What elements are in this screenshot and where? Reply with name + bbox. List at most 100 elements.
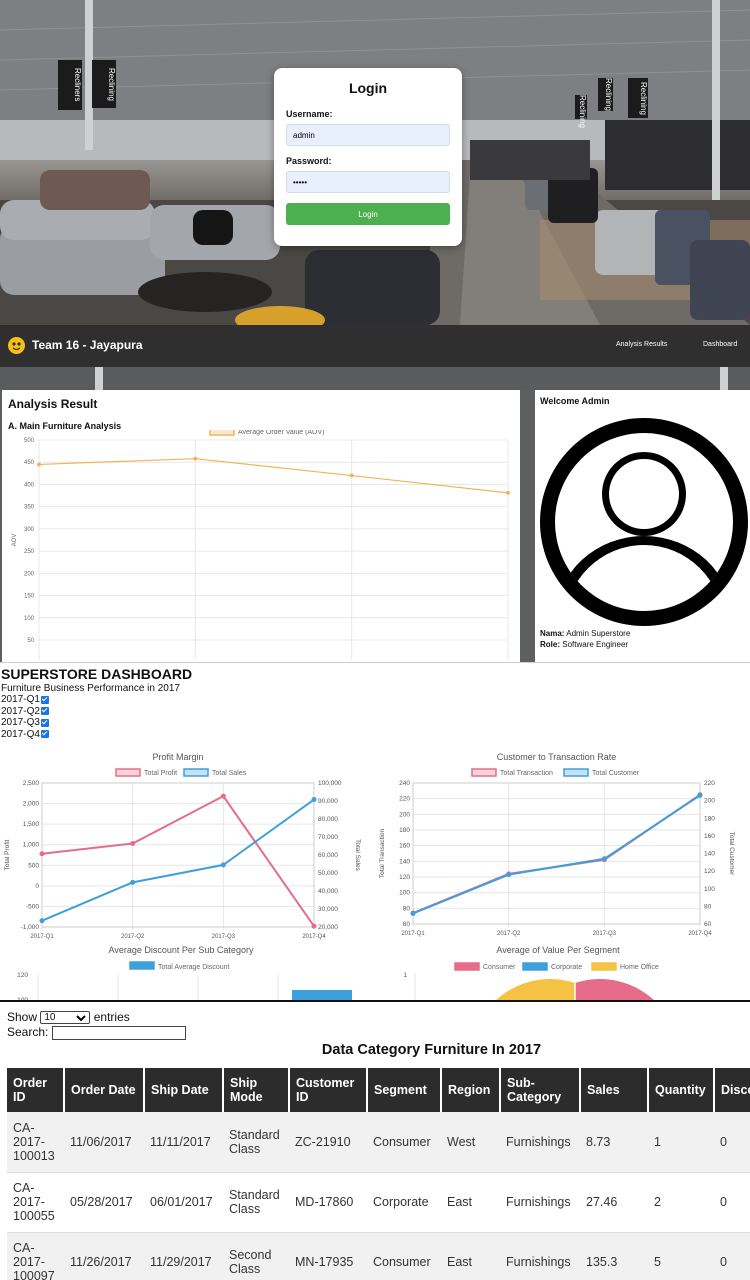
column-header[interactable]: Region — [441, 1068, 501, 1112]
y2-tick-label: 100,000 — [318, 780, 342, 787]
table-row: CA-2017-100097 11/26/2017 11/29/2017 Sec… — [7, 1232, 750, 1280]
y-tick-label: 120 — [17, 972, 28, 979]
table-cell: 05/28/2017 — [64, 1172, 144, 1233]
aov-series-line — [38, 458, 509, 494]
checkbox-checked-icon[interactable] — [40, 718, 49, 727]
store-banner: Reclining — [598, 78, 613, 111]
y2-tick-label: 100 — [704, 886, 715, 893]
legend-label: Total Customer — [592, 770, 640, 777]
data-point — [39, 851, 45, 857]
y-axis-label: AOV — [12, 534, 18, 547]
password-input[interactable] — [286, 171, 450, 193]
table-title: Data Category Furniture In 2017 — [321, 1042, 542, 1058]
table-cell: 1 — [648, 1112, 714, 1173]
table-cell: Corporate — [367, 1172, 441, 1233]
search-input[interactable] — [51, 1025, 186, 1040]
y2-tick-label: 140 — [704, 851, 715, 858]
welcome-heading: Welcome Admin — [540, 396, 610, 406]
y2-tick-label: 70,000 — [318, 834, 338, 841]
table-cell: CA-2017-100055 — [7, 1172, 64, 1233]
table-cell: 11/11/2017 — [144, 1112, 223, 1173]
column-header[interactable]: Order Date — [64, 1068, 145, 1112]
quarter-label: 2017-Q3 — [1, 717, 40, 728]
table-cell: CA-2017-100097 — [7, 1232, 64, 1280]
data-point — [311, 797, 317, 803]
table-cell: Furnishings — [500, 1112, 580, 1173]
password-label: Password: — [286, 156, 332, 166]
x-tick-label: 2017-Q2 — [497, 931, 521, 937]
y-tick-label: 120 — [399, 874, 410, 881]
checkbox-checked-icon[interactable] — [40, 730, 49, 739]
y-axis-label: Total Profit — [4, 839, 11, 870]
entries-label: entries — [93, 1010, 130, 1024]
analysis-card: Analysis Result A. Main Furniture Analys… — [2, 390, 520, 662]
username-label: Username: — [286, 109, 333, 119]
table-cell: 27.46 — [580, 1172, 648, 1233]
quarter-filter[interactable]: 2017-Q4 — [1, 729, 49, 741]
nav-link-dashboard[interactable]: Dashboard — [703, 341, 737, 348]
store-background-strip — [0, 367, 750, 390]
y-tick-label: 140 — [399, 858, 410, 865]
customer-transaction-chart: Customer to Transaction Rate Total Transa… — [379, 752, 735, 937]
y-tick-label: 450 — [24, 460, 35, 466]
table-cell: East — [441, 1172, 500, 1233]
y2-axis-label: Total Sales — [354, 839, 361, 872]
chart-title: Average Discount Per Sub Category — [109, 945, 254, 955]
store-banner: Reclining — [628, 78, 648, 118]
column-header[interactable]: Sales — [580, 1068, 649, 1112]
plot-frame — [412, 782, 701, 925]
table-cell: MN-17935 — [289, 1232, 367, 1280]
y2-tick-label: 20,000 — [318, 924, 338, 931]
data-point — [506, 872, 512, 878]
quarter-filter[interactable]: 2017-Q3 — [1, 717, 49, 729]
y-tick-label: 350 — [24, 505, 35, 511]
segment-chart: Average of Value Per Segment Consumer Corp… — [403, 945, 659, 1000]
y-tick-label: 220 — [399, 796, 410, 803]
aov-chart: Average Order Value (AOV) 500 450 400 350 300… — [12, 430, 510, 660]
y-axis-label: Total Transaction — [379, 829, 386, 879]
data-point — [410, 910, 416, 916]
column-header[interactable]: Quantity — [648, 1068, 715, 1112]
store-banner: Reclining — [575, 95, 587, 128]
column-header[interactable]: Ship Date — [144, 1068, 224, 1112]
chart-title: Profit Margin — [152, 752, 203, 762]
aov-data-point — [349, 473, 354, 478]
table-cell: Furnishings — [500, 1172, 580, 1233]
nav-link-analysis-results[interactable]: Analysis Results — [616, 341, 667, 348]
table-cell: Second Class — [223, 1232, 289, 1280]
profit-margin-chart: Profit Margin Total Profit Total Sales 2,50… — [4, 752, 361, 940]
column-header[interactable]: Customer ID — [289, 1068, 368, 1112]
table-cell: West — [441, 1112, 500, 1173]
store-banner: Reclining — [92, 60, 116, 108]
login-button[interactable]: Login — [286, 203, 450, 225]
y-tick-label: 1,500 — [23, 821, 40, 828]
y2-tick-label: 60 — [704, 921, 712, 928]
column-header[interactable]: Sub-Category — [500, 1068, 581, 1112]
quarter-filter[interactable]: 2017-Q1 — [1, 694, 49, 706]
y-tick-label: 2,500 — [23, 780, 40, 787]
legend-swatch — [471, 768, 497, 777]
legend-label: Total Sales — [212, 770, 247, 777]
store-banner: Recliners — [58, 60, 82, 110]
checkbox-checked-icon[interactable] — [40, 695, 49, 704]
data-point — [697, 792, 703, 798]
column-header[interactable]: Ship Mode — [223, 1068, 290, 1112]
table-cell: East — [441, 1232, 500, 1280]
column-header[interactable]: Order ID — [7, 1068, 65, 1112]
table-cell: 0 — [714, 1172, 750, 1233]
y-tick-label: 100 — [399, 890, 410, 897]
legend-label: Average Order Value (AOV) — [238, 430, 325, 436]
table-cell: 135.3 — [580, 1232, 648, 1280]
column-header[interactable]: Disco — [714, 1068, 750, 1112]
entries-select[interactable]: 10 — [40, 1011, 91, 1025]
y-tick-label: 80 — [403, 905, 411, 912]
y2-axis-label: Total Customer — [728, 832, 735, 877]
column-header[interactable]: Segment — [367, 1068, 442, 1112]
dashboard-title: SUPERSTORE DASHBOARD — [1, 666, 193, 682]
username-input[interactable] — [286, 124, 450, 146]
aov-data-point — [37, 462, 41, 467]
checkbox-checked-icon[interactable] — [40, 707, 49, 716]
dashboard-section: SUPERSTORE DASHBOARD Furniture Business … — [0, 662, 750, 1000]
profile-info: Nama: Admin Superstore Role: Software En… — [540, 628, 630, 650]
quarter-filter[interactable]: 2017-Q2 — [1, 706, 49, 718]
